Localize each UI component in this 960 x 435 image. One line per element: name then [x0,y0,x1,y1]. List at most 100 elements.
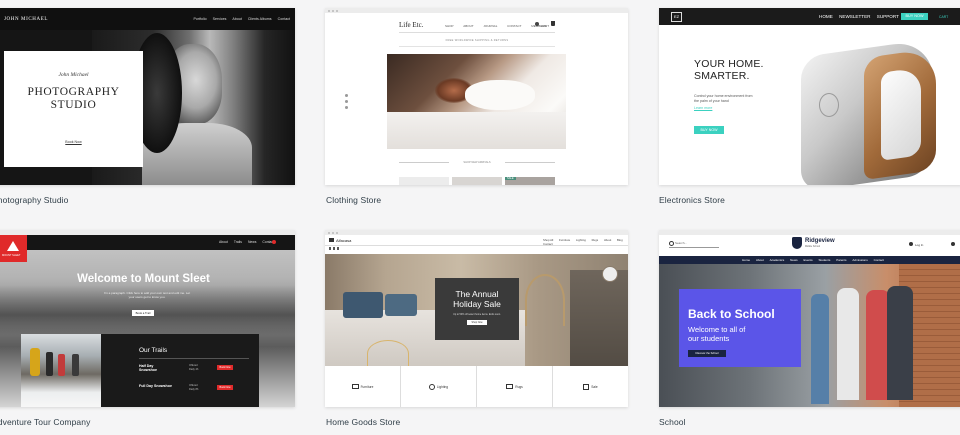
template-caption[interactable]: Adventure Tour Company [0,417,90,427]
template-thumbnail: Life Etc. SHOP ABOUT JOURNAL CONTACT MEM… [325,8,628,185]
brand-logo: EZ [671,12,682,22]
trail-name: Full Day Snowshoe [139,384,172,388]
rugs-icon [506,384,514,389]
template-card-homegoods[interactable]: Alfacasa Shop All Furniture Lighting Rug… [325,230,628,407]
nav-item: NEWSLETTER [839,14,871,19]
nav-buy-button: BUY NOW [901,13,928,20]
template-card-school[interactable]: Search... Ridgeview Middle School Log In… [659,230,960,407]
hero-headline: Back to School [688,307,775,321]
trail-detail: Offered Daily 4h [189,364,199,371]
template-thumbnail: Alfacasa Shop All Furniture Lighting Rug… [325,230,628,407]
trail-name: Half Day Snowshoe [139,364,157,373]
brand-logo: JOHN MICHAEL [4,17,49,22]
nav-item: JOURNAL [483,24,498,28]
book-now-link: Book Now [65,140,82,144]
brand-logo: Alfacasa [336,238,352,243]
home-icon [329,238,334,242]
hero-subtext: Control your home environment from the p… [694,94,753,103]
furniture-icon [351,384,359,389]
template-caption[interactable]: School [659,417,686,427]
category-tile: Lighting [401,366,477,407]
nav-item: News [247,240,257,244]
nav-item: Trails [233,240,242,244]
hero-title-box: John Michael PHOTOGRAPHY STUDIO Book Now [4,51,143,167]
nav-item: HOME [819,14,833,19]
template-card-adventure[interactable]: MOUNT SLEET About Trails News Contact We… [0,230,295,407]
nav-item: CONTACT [507,24,522,28]
bag-icon [551,21,555,26]
nav-item: Home [742,258,751,262]
wall-clock [602,266,618,282]
cart-icon [272,240,276,244]
hero-headline: YOUR HOME. SMARTER. [694,58,764,82]
shipping-banner: FREE WORLDWIDE SHIPPING & RETURNS [445,39,509,42]
buy-now-button: BUY NOW [694,126,724,134]
nav-item: News [790,258,798,262]
sale-headline: The Annual Holiday Sale [453,289,501,309]
template-thumbnail: MOUNT SLEET About Trails News Contact We… [0,230,295,407]
hero-box: Back to School Welcome to all of our stu… [679,289,801,367]
discover-button: Discover the School [688,350,726,357]
nav-item: Portfolio [193,17,207,21]
learn-more-link: Learn more [694,106,713,110]
nav-item: About [603,238,612,242]
site-nav: About Trails News Contact [214,240,274,244]
nav-item: Academics [769,258,785,262]
nav-item: About [755,258,764,262]
template-caption[interactable]: Electronics Store [659,195,725,205]
nav-item: ABOUT [463,24,474,28]
nav-item: SUPPORT [876,14,899,19]
nav-item: Services [212,17,227,21]
cart-label: CART [541,23,550,28]
template-caption[interactable]: Home Goods Store [326,417,400,427]
school-tagline: Middle School [805,245,821,248]
user-icon [535,22,539,26]
nav-item: Furniture [559,238,571,242]
nav-item: Events [803,258,813,262]
site-nav: Portfolio Services About Clients Albums … [188,17,290,21]
category-tile: Furniture [325,366,401,407]
sale-badge: SALE [505,177,516,180]
section-label: SHOP NEW ARRIVALS [463,160,491,164]
nav-item: About [219,240,228,244]
template-card-clothing[interactable]: Life Etc. SHOP ABOUT JOURNAL CONTACT MEM… [325,8,628,185]
template-thumbnail: Search... Ridgeview Middle School Log In… [659,230,960,407]
template-thumbnail: EZ HOME NEWSLETTER SUPPORT BUY NOW CART … [659,8,960,185]
site-nav: HOME NEWSLETTER SUPPORT [819,14,899,19]
book-trail-button: Book a Trail [132,310,154,316]
nav-item: Contact [873,258,884,262]
lighting-icon [428,383,435,390]
nav-item: Lighting [576,238,586,242]
nav-item: Blog [617,238,623,242]
trail-detail: Offered Daily 8h [189,384,199,391]
hero-headline: Welcome to Mount Sleet [77,273,210,285]
cart-label: CART [939,15,949,19]
holiday-sale-box: The Annual Holiday Sale Up to 50% off se… [435,278,519,340]
template-caption[interactable]: Clothing Store [326,195,381,205]
trails-heading: Our Trails [139,347,168,354]
social-icons [329,247,339,250]
school-name: Ridgeview [805,238,835,244]
avatar-icon [909,242,913,246]
trail-book-button: Book Now [217,365,233,370]
template-caption[interactable]: Photography Studio [0,195,68,205]
trail-book-button: Book Now [217,385,233,390]
site-nav: Home About Academics News Events Student… [659,256,960,264]
template-card-electronics[interactable]: EZ HOME NEWSLETTER SUPPORT BUY NOW CART … [659,8,960,185]
hero-subtext: Welcome to all of our students [688,325,746,343]
category-tile: Sale [553,366,628,407]
template-card-photography[interactable]: JOHN MICHAEL Portfolio Services About Cl… [0,8,295,185]
site-nav: SHOP ABOUT JOURNAL CONTACT MEMBERS [440,24,546,28]
nav-item: SHOP [445,24,454,28]
product-thumb [452,177,502,185]
signature-text: John Michael [58,72,89,78]
trails-panel: Our Trails Half Day Snowshoe Offered Dai… [101,334,259,407]
search-icon [669,241,674,246]
sale-subtext: Up to 50% off select home items. Ends so… [453,313,501,316]
brand-logo: MOUNT SLEET [0,235,27,262]
template-thumbnail: JOHN MICHAEL Portfolio Services About Cl… [0,8,295,185]
brand-logo: Life Etc. [399,21,424,29]
nav-item: Admissions [852,258,868,262]
shield-icon [792,237,802,249]
menu-icon [951,242,955,246]
